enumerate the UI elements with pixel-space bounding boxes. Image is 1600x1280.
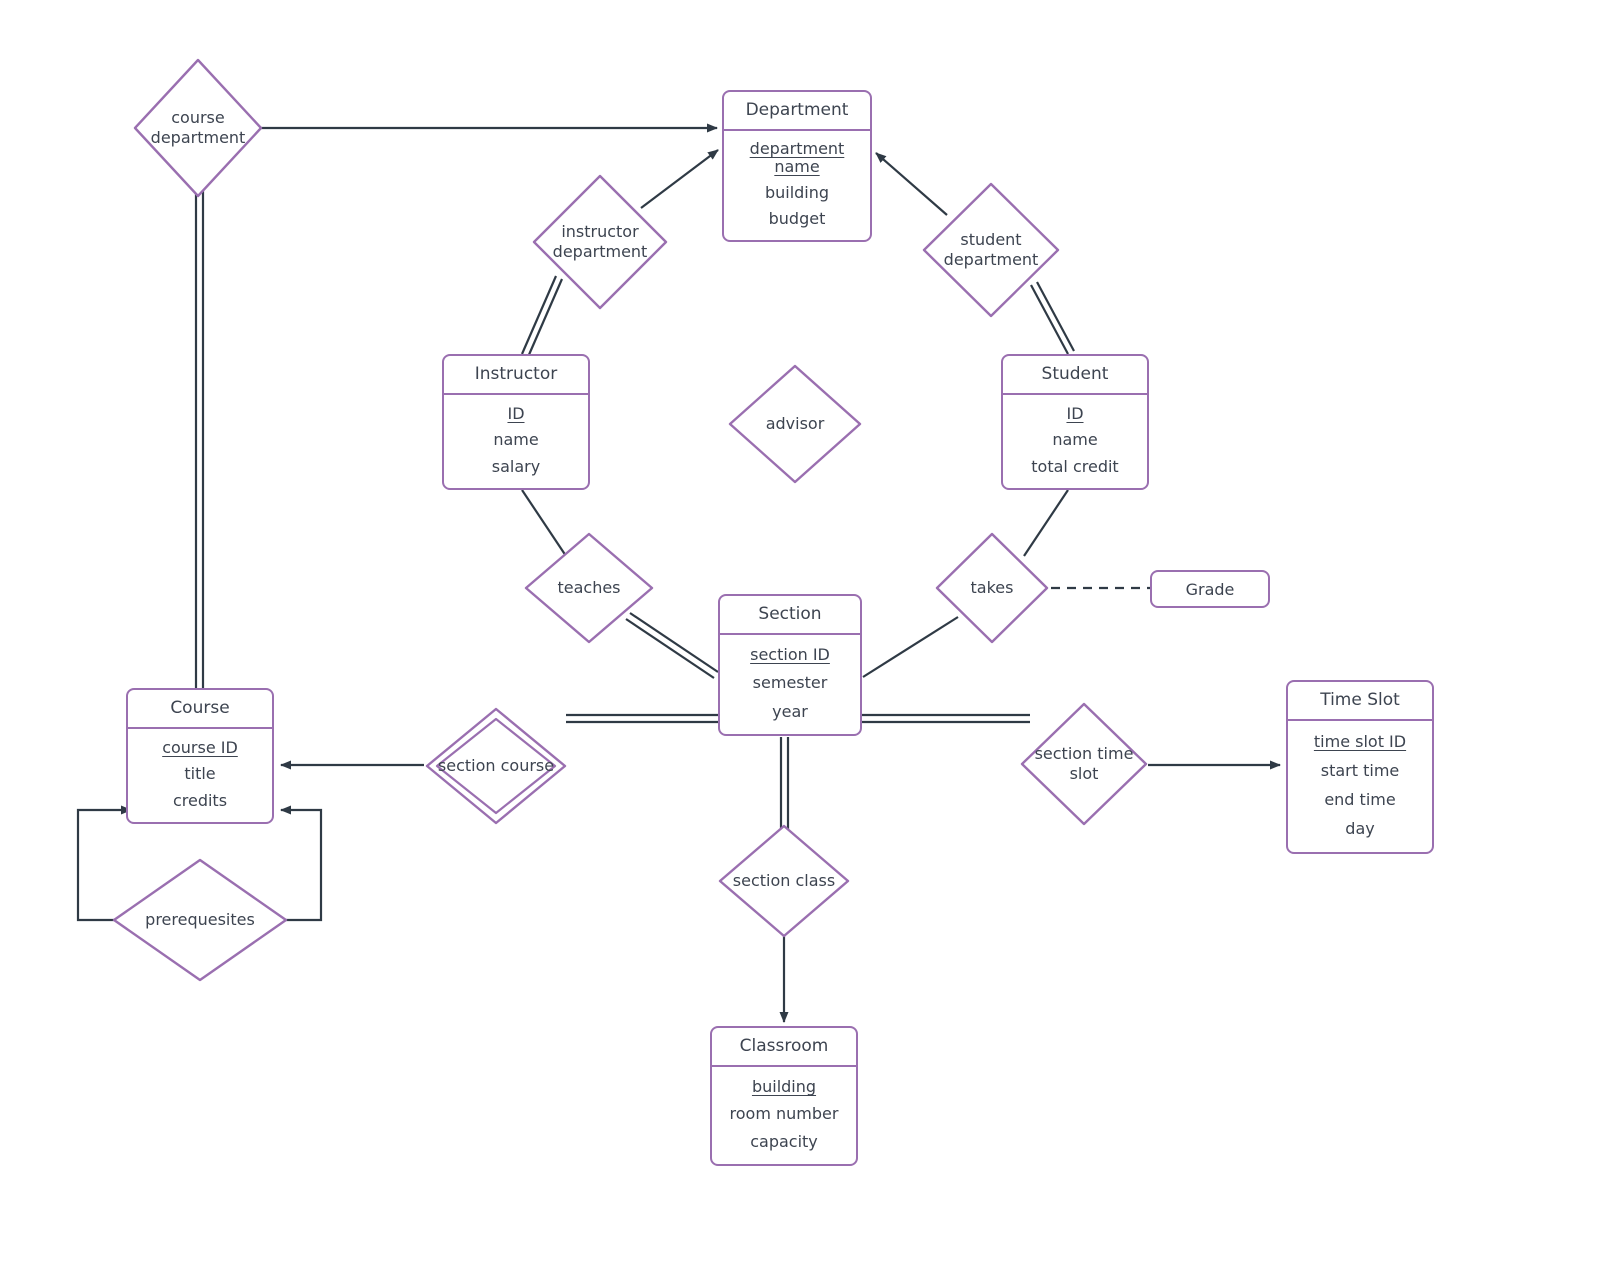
entity-instructor-attributes: ID name salary	[444, 395, 588, 488]
entity-student-title: Student	[1003, 356, 1147, 395]
entity-classroom-title: Classroom	[712, 1028, 856, 1067]
entity-section-title: Section	[720, 596, 860, 635]
attribute-time-slot-id: time slot ID	[1313, 731, 1407, 751]
attribute-instructor-id: ID	[507, 404, 525, 424]
entity-department-attributes: department name building budget	[724, 131, 870, 240]
attribute-department-name: department name	[749, 139, 845, 177]
relationship-advisor[interactable]: advisor	[726, 362, 864, 486]
attribute-course-id: course ID	[162, 738, 238, 758]
diamond-shape-course-department	[133, 58, 263, 198]
relationship-section-class[interactable]: section class	[716, 822, 852, 940]
diamond-shape-prerequesites	[112, 858, 288, 982]
attribute-section-id: section ID	[750, 645, 830, 665]
diamond-shape-teaches	[524, 532, 654, 644]
entity-section[interactable]: Section section ID semester year	[718, 594, 862, 736]
entity-department[interactable]: Department department name building budg…	[722, 90, 872, 242]
attribute-section-semester: semester	[752, 673, 828, 693]
attribute-student-name: name	[1052, 430, 1098, 450]
entity-classroom-attributes: building room number capacity	[712, 1067, 856, 1164]
diamond-shape-takes	[935, 532, 1049, 644]
entity-instructor[interactable]: Instructor ID name salary	[442, 354, 590, 490]
entity-classroom[interactable]: Classroom building room number capacity	[710, 1026, 858, 1166]
attribute-classroom-capacity: capacity	[750, 1132, 818, 1152]
relationship-takes[interactable]: takes	[933, 530, 1051, 646]
diamond-shape-student-department	[922, 182, 1060, 318]
attribute-box-grade[interactable]: Grade	[1150, 570, 1270, 608]
relationship-student-department[interactable]: student department	[920, 180, 1062, 320]
relationship-prerequesites[interactable]: prerequesites	[110, 856, 290, 984]
entity-student[interactable]: Student ID name total credit	[1001, 354, 1149, 490]
attribute-time-slot-start-time: start time	[1320, 760, 1400, 780]
entity-time-slot-title: Time Slot	[1288, 682, 1432, 721]
attribute-course-credits: credits	[172, 790, 228, 810]
attribute-instructor-name: name	[493, 430, 539, 450]
attribute-course-title: title	[184, 764, 216, 784]
diamond-shape-advisor	[728, 364, 862, 484]
attribute-time-slot-end-time: end time	[1324, 790, 1396, 810]
attribute-student-total-credit: total credit	[1031, 456, 1119, 476]
diamond-shape-section-course	[425, 707, 567, 825]
attribute-section-year: year	[772, 701, 808, 721]
entity-student-attributes: ID name total credit	[1003, 395, 1147, 488]
attribute-student-id: ID	[1066, 404, 1084, 424]
diamond-shape-section-class	[718, 824, 850, 938]
entity-course-attributes: course ID title credits	[128, 729, 272, 822]
attribute-department-building: building	[764, 182, 830, 202]
attribute-classroom-room-number: room number	[729, 1104, 839, 1124]
entity-department-title: Department	[724, 92, 870, 131]
relationship-course-department[interactable]: course department	[131, 56, 265, 200]
entity-time-slot[interactable]: Time Slot time slot ID start time end ti…	[1286, 680, 1434, 854]
entity-course[interactable]: Course course ID title credits	[126, 688, 274, 824]
entity-time-slot-attributes: time slot ID start time end time day	[1288, 721, 1432, 852]
entity-course-title: Course	[128, 690, 272, 729]
relationship-section-time-slot[interactable]: section time slot	[1018, 700, 1150, 828]
entity-instructor-title: Instructor	[444, 356, 588, 395]
attribute-time-slot-day: day	[1345, 819, 1375, 839]
attribute-classroom-building: building	[751, 1076, 817, 1096]
relationship-instructor-department[interactable]: instructor department	[530, 172, 670, 312]
attribute-instructor-salary: salary	[491, 456, 541, 476]
relationship-teaches[interactable]: teaches	[522, 530, 656, 646]
diamond-shape-section-time-slot	[1020, 702, 1148, 826]
entity-section-attributes: section ID semester year	[720, 635, 860, 734]
er-diagram-canvas: Department department name building budg…	[0, 0, 1600, 1280]
diamond-shape-instructor-department	[532, 174, 668, 310]
relationship-section-course[interactable]: section course	[424, 706, 568, 826]
attribute-department-budget: budget	[768, 208, 826, 228]
